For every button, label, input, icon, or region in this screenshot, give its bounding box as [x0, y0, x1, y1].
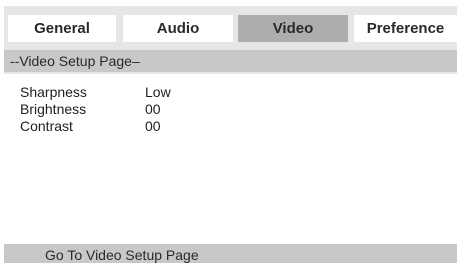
setting-row-sharpness[interactable]: Sharpness Low	[20, 84, 440, 101]
tab-audio[interactable]: Audio	[123, 15, 233, 42]
settings-panel: Sharpness Low Brightness 00 Contrast 00	[4, 74, 457, 244]
page-title: --Video Setup Page–	[4, 50, 457, 72]
tab-preference[interactable]: Preference	[354, 15, 457, 42]
setup-menu: General Audio Video Preference --Video S…	[4, 6, 457, 263]
setting-label: Brightness	[20, 101, 87, 117]
setting-label: Sharpness	[20, 84, 87, 100]
tab-general[interactable]: General	[8, 15, 116, 42]
setting-label: Contrast	[20, 118, 73, 134]
setting-value: 00	[145, 118, 161, 134]
setting-row-brightness[interactable]: Brightness 00	[20, 101, 440, 118]
status-bar: Go To Video Setup Page	[4, 244, 457, 263]
setting-value: 00	[145, 101, 161, 117]
tab-video[interactable]: Video	[238, 15, 348, 42]
setting-row-contrast[interactable]: Contrast 00	[20, 118, 440, 135]
setting-value: Low	[145, 84, 171, 100]
